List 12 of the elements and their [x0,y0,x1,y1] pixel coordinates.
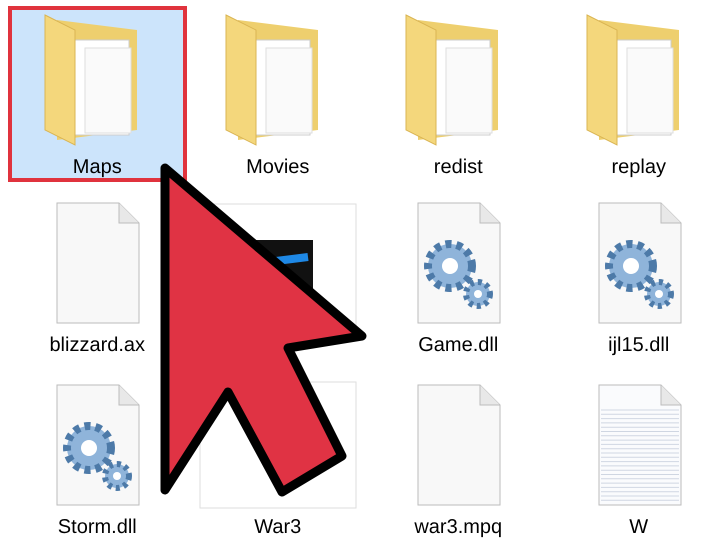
file-name: ijl15.dll [608,333,670,358]
file-name: war3.mpq [414,515,502,540]
file-name: Maps [72,155,122,180]
file-name: Movies [246,155,310,180]
file-name: replay [612,155,666,180]
file-name: Game.dll [418,333,498,358]
selection-highlight[interactable]: Maps [8,6,186,182]
file-name: War3 [254,515,302,540]
file-name: redist [434,155,483,180]
file-name: blizzard.ax [49,333,146,358]
file-name: W [629,515,648,540]
file-name: Storm.dll [58,515,137,540]
